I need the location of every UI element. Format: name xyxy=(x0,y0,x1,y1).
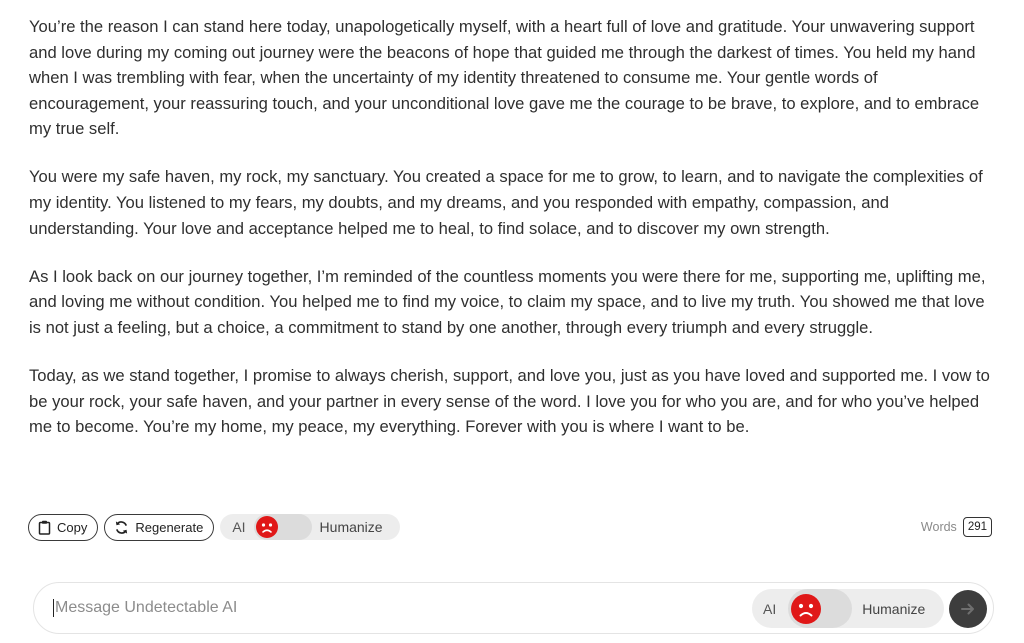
composer-toggle-ai-label: AI xyxy=(763,600,777,617)
regenerate-button[interactable]: Regenerate xyxy=(104,513,215,541)
message-input[interactable] xyxy=(53,599,713,617)
refresh-icon xyxy=(116,520,128,534)
send-button[interactable] xyxy=(949,590,987,628)
message-paragraph: As I look back on our journey together, … xyxy=(29,266,986,337)
toggle-ai-label: AI xyxy=(232,519,246,535)
toggle-humanize-label: Humanize xyxy=(319,519,383,535)
assistant-message: You’re the reason I can stand here today… xyxy=(29,14,995,462)
copy-button[interactable]: Copy xyxy=(28,513,99,541)
arrow-right-icon xyxy=(961,603,974,615)
toggle-track[interactable] xyxy=(253,514,312,540)
sad-face-icon xyxy=(791,593,822,624)
clipboard-icon xyxy=(38,520,51,535)
sad-face-icon xyxy=(255,516,278,538)
regenerate-label: Regenerate xyxy=(135,519,204,535)
message-paragraph: You were my safe haven, my rock, my sanc… xyxy=(29,167,983,238)
word-count: Words 291 xyxy=(921,517,992,537)
message-paragraph: You’re the reason I can stand here today… xyxy=(29,17,980,139)
message-composer: AI Humanize xyxy=(33,582,994,634)
word-count-label: Words xyxy=(920,520,957,534)
composer-toggle-track[interactable] xyxy=(788,589,853,628)
message-paragraph: Today, as we stand together, I promise t… xyxy=(29,366,990,437)
composer-ai-humanize-toggle[interactable]: AI Humanize xyxy=(752,589,944,628)
copy-label: Copy xyxy=(57,519,88,535)
ai-humanize-toggle[interactable]: AI Humanize xyxy=(220,514,401,540)
message-actions: Copy Regenerate AI Humanize Words 291 xyxy=(28,513,992,541)
word-count-badge: 291 xyxy=(962,517,992,537)
composer-toggle-humanize-label: Humanize xyxy=(862,600,926,617)
